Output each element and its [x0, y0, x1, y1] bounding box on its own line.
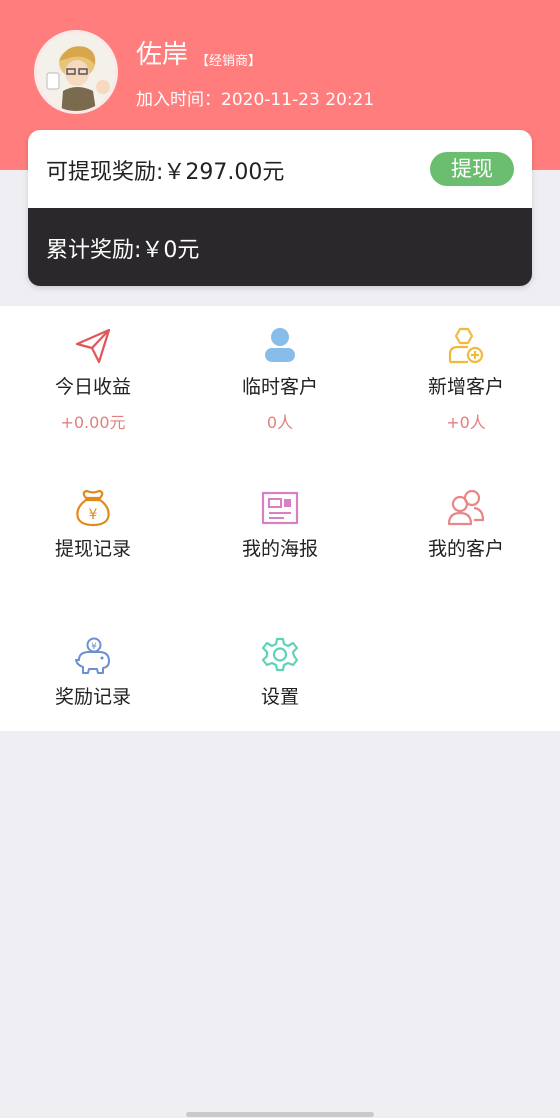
menu-item-my-customers[interactable]: 我的客户: [373, 488, 559, 561]
money-bag-icon: ¥: [76, 489, 110, 527]
menu-item-settings[interactable]: 设置: [187, 636, 373, 709]
user-role-tag: 【经销商】: [196, 54, 262, 69]
menu-item-temporary-customers[interactable]: 临时客户 0人: [187, 326, 373, 433]
menu-item-label: 新增客户: [427, 376, 504, 398]
menu-item-label: 提现记录: [54, 538, 131, 560]
svg-text:¥: ¥: [89, 507, 98, 523]
menu-item-withdraw-records[interactable]: ¥ 提现记录: [0, 488, 186, 561]
poster-icon: [261, 491, 299, 525]
menu-item-label: 我的客户: [427, 538, 504, 560]
total-reward: 累计奖励:￥0元: [46, 238, 200, 263]
gear-icon: [261, 637, 299, 672]
menu-grid: 今日收益 +0.00元 临时客户 0人 新增客户 +0人 ¥ 提现记录 我的海报…: [0, 306, 560, 731]
balance-card: 可提现奖励:￥297.00元 提现 累计奖励:￥0元: [28, 130, 532, 286]
menu-item-reward-records[interactable]: ¥ 奖励记录: [0, 636, 186, 709]
menu-item-new-customers[interactable]: 新增客户 +0人: [373, 326, 559, 433]
menu-item-value: 0人: [266, 413, 294, 432]
join-time: 加入时间：2020-11-23 20:21: [136, 90, 375, 110]
total-reward-row: 累计奖励:￥0元: [28, 208, 532, 286]
menu-item-my-poster[interactable]: 我的海报: [187, 488, 373, 561]
user-name: 佐岸: [136, 40, 189, 70]
svg-text:¥: ¥: [91, 642, 97, 652]
home-indicator[interactable]: [186, 1112, 374, 1117]
avatar-image: [37, 33, 115, 111]
paper-plane-icon: [75, 328, 111, 364]
app-screen: 佐岸 【经销商】 加入时间：2020-11-23 20:21 可提现奖励:￥29…: [0, 0, 560, 1118]
menu-item-today-earnings[interactable]: 今日收益 +0.00元: [0, 326, 186, 433]
user-icon: [265, 328, 295, 362]
withdrawable-reward: 可提现奖励:￥297.00元: [46, 160, 285, 185]
user-add-icon: [448, 327, 484, 364]
menu-item-label: 今日收益: [54, 376, 131, 398]
piggy-bank-icon: ¥: [75, 637, 110, 674]
avatar[interactable]: [34, 30, 118, 114]
withdraw-button[interactable]: 提现: [430, 152, 514, 186]
users-icon: [447, 489, 485, 526]
menu-item-label: 奖励记录: [54, 686, 131, 708]
withdrawable-row: 可提现奖励:￥297.00元 提现: [28, 130, 532, 208]
menu-item-label: 我的海报: [241, 538, 318, 560]
menu-item-label: 设置: [260, 686, 299, 708]
menu-item-value: +0人: [446, 413, 486, 432]
menu-item-value: +0.00元: [60, 413, 126, 432]
menu-item-label: 临时客户: [241, 376, 318, 398]
